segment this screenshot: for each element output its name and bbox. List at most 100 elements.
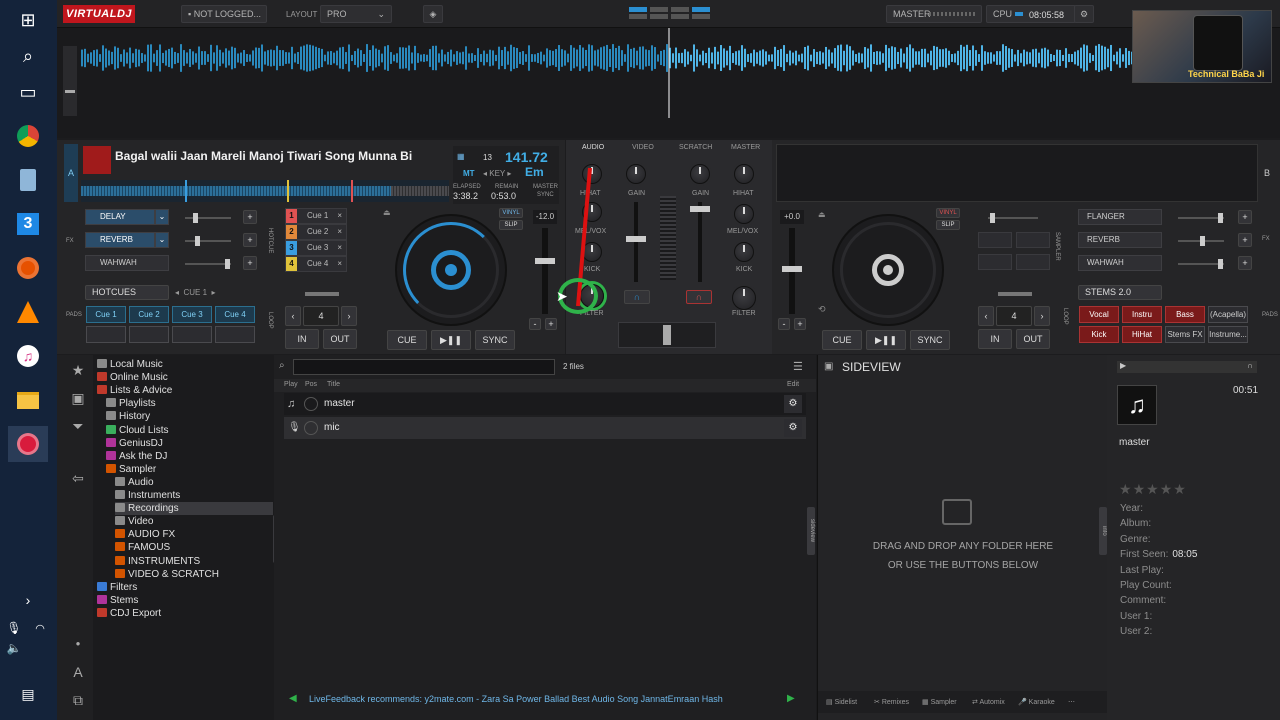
column-edit[interactable]: Edit xyxy=(787,381,799,388)
left-headphone-button[interactable]: ∩ xyxy=(624,290,650,304)
file-row[interactable]: 🎙 mic ⚙ xyxy=(284,417,806,439)
deck-a-bpm[interactable]: 141.72 xyxy=(505,149,548,165)
folder-item[interactable]: Audio xyxy=(115,476,154,489)
pad-empty-4[interactable] xyxy=(215,326,255,343)
mixer-tab-video[interactable]: VIDEO xyxy=(632,144,654,151)
deck-b-pads-mode-select[interactable]: STEMS 2.0 xyxy=(1078,285,1162,300)
notification-icon[interactable]: ▤ xyxy=(8,676,48,712)
vinyl-button[interactable]: VINYL xyxy=(499,208,523,218)
deck-b-fx-reverb-slider[interactable] xyxy=(1178,236,1224,246)
deck-a-sync-button[interactable]: SYNC xyxy=(475,330,515,350)
box-icon[interactable]: ◈ xyxy=(423,5,443,23)
folder-item[interactable]: Sampler xyxy=(106,463,156,476)
virtualdj-icon[interactable] xyxy=(8,426,48,462)
deck-a-overview-waveform[interactable] xyxy=(81,180,449,202)
deck-a-play-button[interactable]: ▶❚❚ xyxy=(431,330,471,350)
deck-b-jog-wheel[interactable] xyxy=(832,214,944,326)
folder-item[interactable]: Instruments xyxy=(115,489,180,502)
more-tab[interactable]: ⋯ xyxy=(1068,698,1075,706)
folder-item[interactable]: INSTRUMENTS xyxy=(115,555,200,568)
karaoke-tab[interactable]: 🎤 Karaoke xyxy=(1018,698,1055,706)
deck-b-sync-button[interactable]: SYNC xyxy=(910,330,950,350)
layout-switcher[interactable] xyxy=(629,7,711,21)
folder-item[interactable]: Online Music xyxy=(97,371,168,384)
drive-icon[interactable]: ▣ xyxy=(67,387,89,409)
loop-size[interactable]: 4 xyxy=(303,306,339,326)
sampler-slot-1[interactable] xyxy=(978,232,1012,248)
deck-b-vinyl-button[interactable]: VINYL xyxy=(936,208,960,218)
deck-a-sync-label[interactable]: SYNC xyxy=(537,192,554,198)
file-row[interactable]: ♫ master ⚙ xyxy=(284,393,806,415)
deck-b-fx-wahwah-button[interactable]: WAHWAH xyxy=(1078,255,1162,271)
star-icon[interactable]: ★ xyxy=(67,359,89,381)
deck-a-key[interactable]: Em xyxy=(525,165,544,179)
delete-icon[interactable]: × xyxy=(337,225,342,239)
hotcue-1-button[interactable]: 1 Cue 1 × xyxy=(285,208,347,224)
right-filter-knob[interactable] xyxy=(732,286,756,310)
file-explorer-icon[interactable] xyxy=(8,382,48,418)
delete-icon[interactable]: × xyxy=(337,241,342,255)
livefeedback-text[interactable]: LiveFeedback recommends: y2mate.com - Za… xyxy=(309,694,783,704)
deck-a-jog-wheel[interactable] xyxy=(395,214,507,326)
deck-b-slip-button[interactable]: SLIP xyxy=(936,220,960,230)
filter-icon[interactable]: ⏷ xyxy=(67,415,89,437)
pad-cue-2[interactable]: Cue 2 xyxy=(129,306,169,323)
pads-mode-select[interactable]: HOTCUES xyxy=(85,285,169,300)
info-field[interactable]: Last Play: xyxy=(1120,565,1168,576)
waveform-area[interactable] xyxy=(57,28,1280,138)
folder-item[interactable]: Cloud Lists xyxy=(106,424,168,437)
info-player-bar[interactable]: ▶ ∩ xyxy=(1117,361,1257,373)
livefeedback-next-icon[interactable]: ▶ xyxy=(787,693,795,704)
column-title[interactable]: Title xyxy=(327,381,340,388)
column-pos[interactable]: Pos xyxy=(305,381,317,388)
info-field[interactable]: First Seen: 08:05 xyxy=(1120,549,1197,560)
stem-instrumental-pad[interactable]: Instrume... xyxy=(1208,326,1248,343)
delete-icon[interactable]: × xyxy=(337,209,342,223)
folder-item[interactable]: Playlists xyxy=(106,397,156,410)
delete-icon[interactable]: × xyxy=(337,257,342,271)
remixes-tab[interactable]: ✂ Remixes xyxy=(874,698,909,706)
stem-bass-pad[interactable]: Bass xyxy=(1165,306,1205,323)
pad-cue-4[interactable]: Cue 4 xyxy=(215,306,255,323)
deck-b-loop-halve-button[interactable]: ‹ xyxy=(978,306,994,326)
pitch-slider[interactable] xyxy=(535,228,555,314)
info-field[interactable]: Album: xyxy=(1120,518,1155,529)
fx-delay-dropdown[interactable]: ⌄ xyxy=(155,209,169,225)
headphone-icon[interactable]: ∩ xyxy=(1247,361,1253,370)
search-icon[interactable]: ⌕ xyxy=(8,38,48,74)
stem-hihat-pad[interactable]: HiHat xyxy=(1122,326,1162,343)
rating-stars[interactable]: ★★★★★ xyxy=(1119,481,1187,498)
info-field[interactable]: Play Count: xyxy=(1120,580,1176,591)
info-field[interactable]: User 1: xyxy=(1120,611,1156,622)
folder-item[interactable]: CDJ Export xyxy=(97,607,161,620)
info-field[interactable]: Genre: xyxy=(1120,534,1155,545)
fx-reverb-plus-button[interactable]: + xyxy=(243,233,257,247)
deck-b-loop-size[interactable]: 4 xyxy=(996,306,1032,326)
loop-halve-button[interactable]: ‹ xyxy=(285,306,301,326)
list-menu-icon[interactable]: ☰ xyxy=(793,360,803,373)
eject-icon[interactable]: ⏏ xyxy=(383,208,393,218)
automix-tab[interactable]: ⇄ Automix xyxy=(972,698,1005,706)
deck-a-mt[interactable]: MT xyxy=(463,169,475,178)
deck-a-key-nav[interactable]: ◂ KEY ▸ xyxy=(483,169,511,178)
pad-cue-3[interactable]: Cue 3 xyxy=(172,306,212,323)
info-field[interactable]: Comment: xyxy=(1120,595,1170,606)
add-folder-icon[interactable] xyxy=(942,499,972,525)
stem-kick-pad[interactable]: Kick xyxy=(1079,326,1119,343)
fx-wahwah-button[interactable]: WAHWAH xyxy=(85,255,169,271)
deck-a-cue-button[interactable]: CUE xyxy=(387,330,427,350)
sidelist-tab[interactable]: ▤ Sidelist xyxy=(826,698,857,706)
pads-page-nav[interactable]: ◂ CUE 1 ▸ xyxy=(175,288,216,297)
deck-b-play-button[interactable]: ▶❚❚ xyxy=(866,330,906,350)
fx-delay-slider[interactable] xyxy=(185,213,231,223)
mixer-tab-master[interactable]: MASTER xyxy=(731,144,760,151)
search-input[interactable] xyxy=(293,359,555,375)
left-gain-knob[interactable] xyxy=(626,164,646,184)
deck-a-master-label[interactable]: MASTER xyxy=(533,184,558,190)
livefeedback-prev-icon[interactable]: ◀ xyxy=(289,693,297,704)
deck-b-fx-reverb-plus-button[interactable]: + xyxy=(1238,233,1252,247)
slip-button[interactable]: SLIP xyxy=(499,220,523,230)
windows-icon[interactable]: ⊞ xyxy=(8,2,48,38)
deck-b-loop-out-button[interactable]: OUT xyxy=(1016,329,1050,349)
itunes-icon[interactable]: ♫ xyxy=(8,338,48,374)
